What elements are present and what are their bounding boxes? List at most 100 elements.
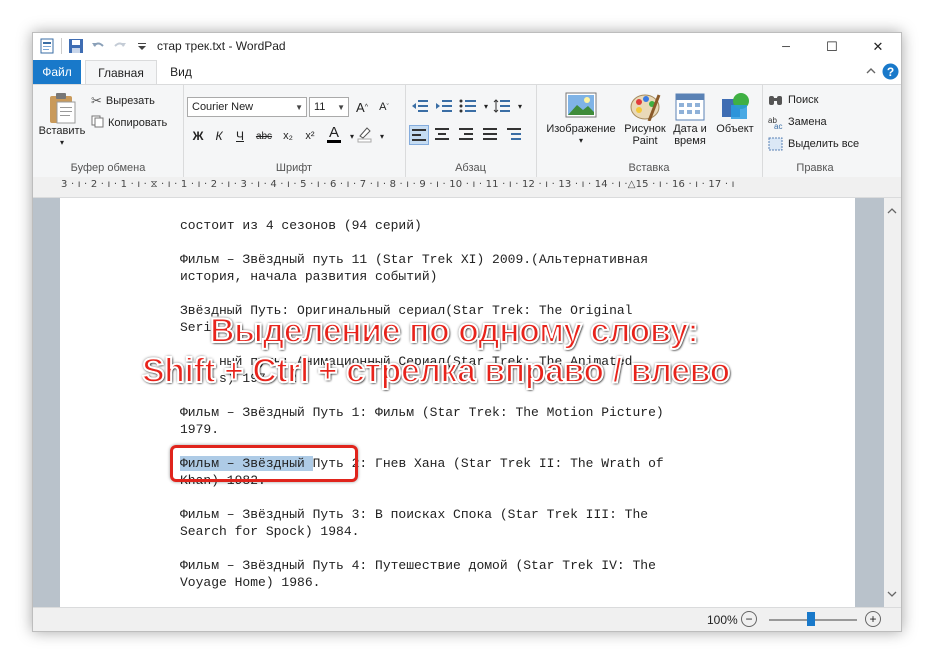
collapse-ribbon-icon[interactable]: [865, 65, 877, 80]
copy-icon: [91, 115, 104, 131]
select-all-button[interactable]: Выделить все: [768, 137, 859, 151]
title-bar: стар трек.txt - WordPad ─ ☐ ✕: [33, 33, 901, 60]
paste-button[interactable]: Вставить ▾: [37, 91, 87, 149]
group-label-clipboard: Буфер обмена: [70, 162, 146, 174]
font-size-select[interactable]: 11 ▼: [309, 97, 349, 117]
copy-button[interactable]: Копировать: [91, 115, 167, 131]
ribbon: Вставить ▾ ✂ Вырезать Копировать Буфер о…: [33, 84, 901, 178]
calendar-icon: [675, 93, 705, 121]
insert-object-label: Объект: [716, 123, 754, 135]
tutorial-caption-line-2: Shift + Ctrl + стрелка вправо / влево: [141, 351, 731, 391]
document-line: Фильм – Звёздный путь 11 (Star Trek XI) …: [180, 252, 649, 267]
zoom-slider-thumb[interactable]: [807, 612, 815, 626]
decrease-indent-icon[interactable]: [411, 97, 429, 115]
paste-dropdown-icon[interactable]: ▾: [60, 137, 64, 149]
close-button[interactable]: ✕: [855, 33, 901, 60]
superscript-button[interactable]: x²: [301, 127, 319, 145]
paint-drawing-button[interactable]: Рисунок Paint: [622, 91, 668, 147]
line-spacing-icon[interactable]: [493, 97, 511, 115]
vertical-scrollbar[interactable]: [884, 198, 901, 607]
tab-home[interactable]: Главная: [85, 60, 157, 85]
document-line: Search for Spock) 1984.: [180, 524, 360, 539]
bullet-list-icon[interactable]: [459, 97, 477, 115]
subscript-button[interactable]: x₂: [279, 127, 297, 145]
text-color-swatch: [327, 139, 341, 143]
group-label-font: Шрифт: [275, 162, 313, 174]
italic-button[interactable]: К: [210, 127, 228, 145]
palette-icon: [630, 94, 661, 121]
date-time-button[interactable]: Дата и время: [670, 91, 710, 147]
tab-view[interactable]: Вид: [161, 60, 201, 84]
chevron-down-icon: ▾: [578, 136, 583, 145]
font-family-value: Courier New: [192, 101, 254, 113]
bold-button[interactable]: Ж: [189, 127, 207, 145]
paste-icon: [50, 93, 76, 124]
picture-icon: [565, 92, 597, 118]
grow-font-icon[interactable]: A ^: [353, 98, 371, 116]
shrink-font-icon[interactable]: Aˇ: [375, 98, 393, 116]
select-all-label: Выделить все: [788, 138, 860, 150]
ribbon-tabs: Файл Главная Вид ?: [33, 60, 901, 85]
group-clipboard: Вставить ▾ ✂ Вырезать Копировать Буфер о…: [33, 85, 184, 177]
group-editing: Поиск ab ac Замена Выделить все Правка: [762, 85, 868, 177]
justify-button[interactable]: [481, 125, 499, 143]
replace-button[interactable]: ab ac Замена: [768, 115, 827, 129]
tutorial-caption-line-1: Выделение по одному слову:: [209, 311, 700, 351]
underline-button[interactable]: Ч: [231, 127, 249, 145]
paint-drawing-label: Рисунок Paint: [624, 123, 666, 147]
help-icon[interactable]: ?: [882, 63, 899, 83]
font-size-value: 11: [314, 101, 326, 113]
svg-text:ac: ac: [774, 122, 782, 129]
copy-label: Копировать: [108, 117, 168, 129]
highlight-color-button[interactable]: [355, 125, 373, 143]
group-paragraph: ▾ ▾ Абзац: [405, 85, 537, 177]
document-page[interactable]: состоит из 4 сезонов (94 серий) Фильм – …: [60, 198, 855, 607]
align-left-icon: [412, 129, 426, 141]
paragraph-settings-button[interactable]: [505, 125, 523, 143]
align-left-button[interactable]: [409, 125, 429, 145]
document-line: Фильм – Звёздный Путь 3: В поисках Спока…: [180, 507, 649, 522]
insert-image-button[interactable]: Изображение ▾: [540, 91, 622, 147]
increase-indent-icon[interactable]: [435, 97, 453, 115]
status-bar: 100% − +: [33, 607, 901, 631]
align-center-button[interactable]: [433, 125, 451, 143]
paragraph-icon: [507, 128, 521, 140]
minimize-button[interactable]: ─: [763, 33, 809, 60]
date-time-label: Дата и время: [673, 123, 707, 147]
scroll-up-icon[interactable]: [887, 204, 897, 218]
line-remainder: Путь 2: Гнев Хана (Star Trek II: The Wra…: [312, 456, 664, 471]
find-button[interactable]: Поиск: [768, 93, 818, 107]
document-line: 1979.: [180, 422, 220, 437]
tab-file[interactable]: Файл: [33, 60, 81, 84]
text-color-button[interactable]: A: [325, 125, 343, 143]
document-line: история, начала развития событий): [180, 269, 438, 284]
group-label-insert: Вставка: [628, 162, 670, 174]
justify-icon: [483, 128, 497, 140]
document-line: Фильм – Звёздный Путь 1: Фильм (Star Tre…: [180, 405, 664, 420]
align-center-icon: [435, 128, 449, 140]
chevron-down-icon[interactable]: ▾: [373, 127, 391, 145]
paste-label: Вставить: [38, 125, 86, 137]
text-color-letter: A: [328, 123, 339, 141]
minimize-icon: ─: [782, 40, 790, 53]
insert-image-label: Изображение: [546, 123, 616, 135]
align-right-button[interactable]: [457, 125, 475, 143]
font-family-select[interactable]: Courier New ▼: [187, 97, 307, 117]
zoom-out-button[interactable]: −: [741, 611, 757, 627]
ruler[interactable]: 3 · ı · 2 · ı · 1 · ı · ⧖ · ı · 1 · ı · …: [33, 177, 901, 198]
group-insert: Изображение ▾ Рисунок Paint Дата и время…: [536, 85, 763, 177]
maximize-button[interactable]: ☐: [809, 33, 855, 60]
zoom-level: 100%: [707, 613, 738, 627]
insert-object-button[interactable]: Объект: [712, 91, 758, 135]
scroll-down-icon[interactable]: [887, 587, 897, 601]
chevron-down-icon[interactable]: ▾: [511, 97, 529, 115]
zoom-in-button[interactable]: +: [865, 611, 881, 627]
replace-icon: abac: [768, 116, 782, 129]
cut-button[interactable]: ✂ Вырезать: [91, 93, 155, 109]
strikethrough-button[interactable]: abc: [255, 127, 273, 145]
replace-label: Замена: [788, 116, 827, 128]
select-all-icon: [768, 137, 783, 151]
find-label: Поиск: [788, 94, 819, 106]
align-right-icon: [459, 128, 473, 140]
group-label-paragraph: Абзац: [455, 162, 486, 174]
